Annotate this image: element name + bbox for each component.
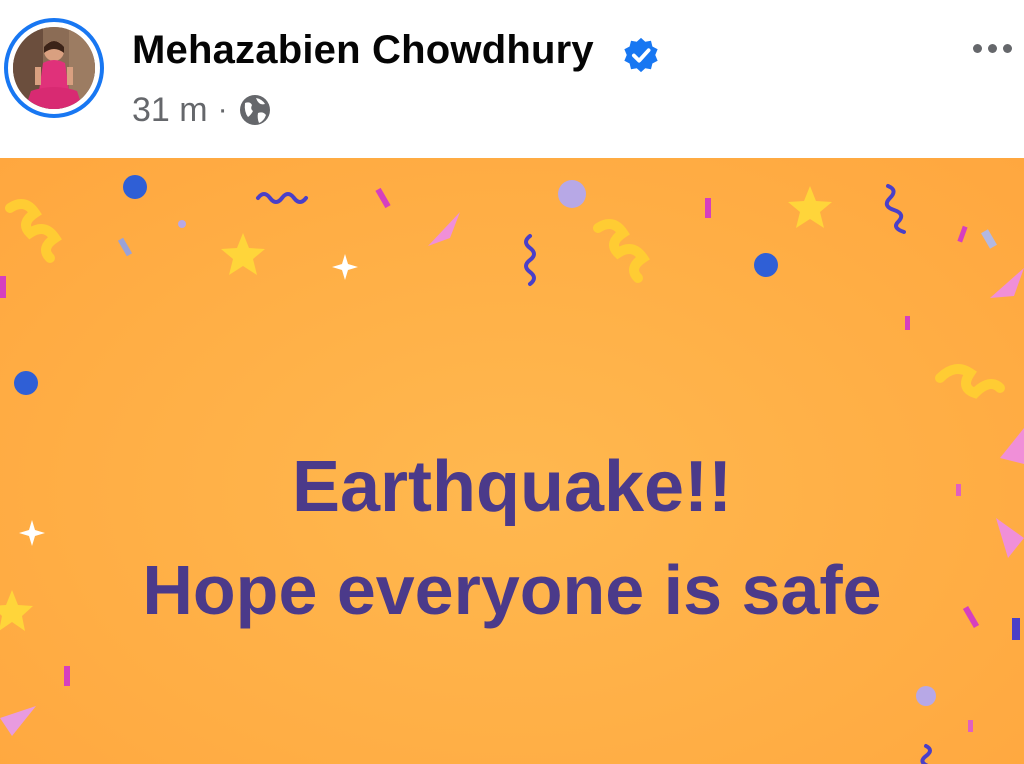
banner-heading: Earthquake!! bbox=[291, 447, 733, 527]
verified-badge-icon bbox=[624, 37, 658, 73]
avatar-story-ring[interactable] bbox=[4, 18, 104, 118]
avatar[interactable] bbox=[13, 27, 95, 109]
more-dot bbox=[1002, 43, 1012, 53]
post-meta: 31 m · bbox=[132, 88, 272, 132]
author-name[interactable]: Mehazabien Chowdhury bbox=[132, 28, 594, 73]
banner-message: Hope everyone is safe bbox=[142, 551, 882, 629]
more-dot bbox=[987, 43, 997, 53]
text-post-banner[interactable]: Earthquake!! Hope everyone is safe bbox=[0, 158, 1024, 764]
meta-separator: · bbox=[217, 93, 228, 126]
more-options-icon bbox=[972, 43, 982, 53]
globe-icon[interactable] bbox=[238, 93, 272, 127]
more-options-button[interactable] bbox=[964, 28, 1020, 68]
avatar-photo bbox=[13, 27, 95, 109]
post-header: Mehazabien Chowdhury 31 m · bbox=[0, 0, 1024, 158]
post-timestamp[interactable]: 31 m bbox=[132, 91, 208, 130]
